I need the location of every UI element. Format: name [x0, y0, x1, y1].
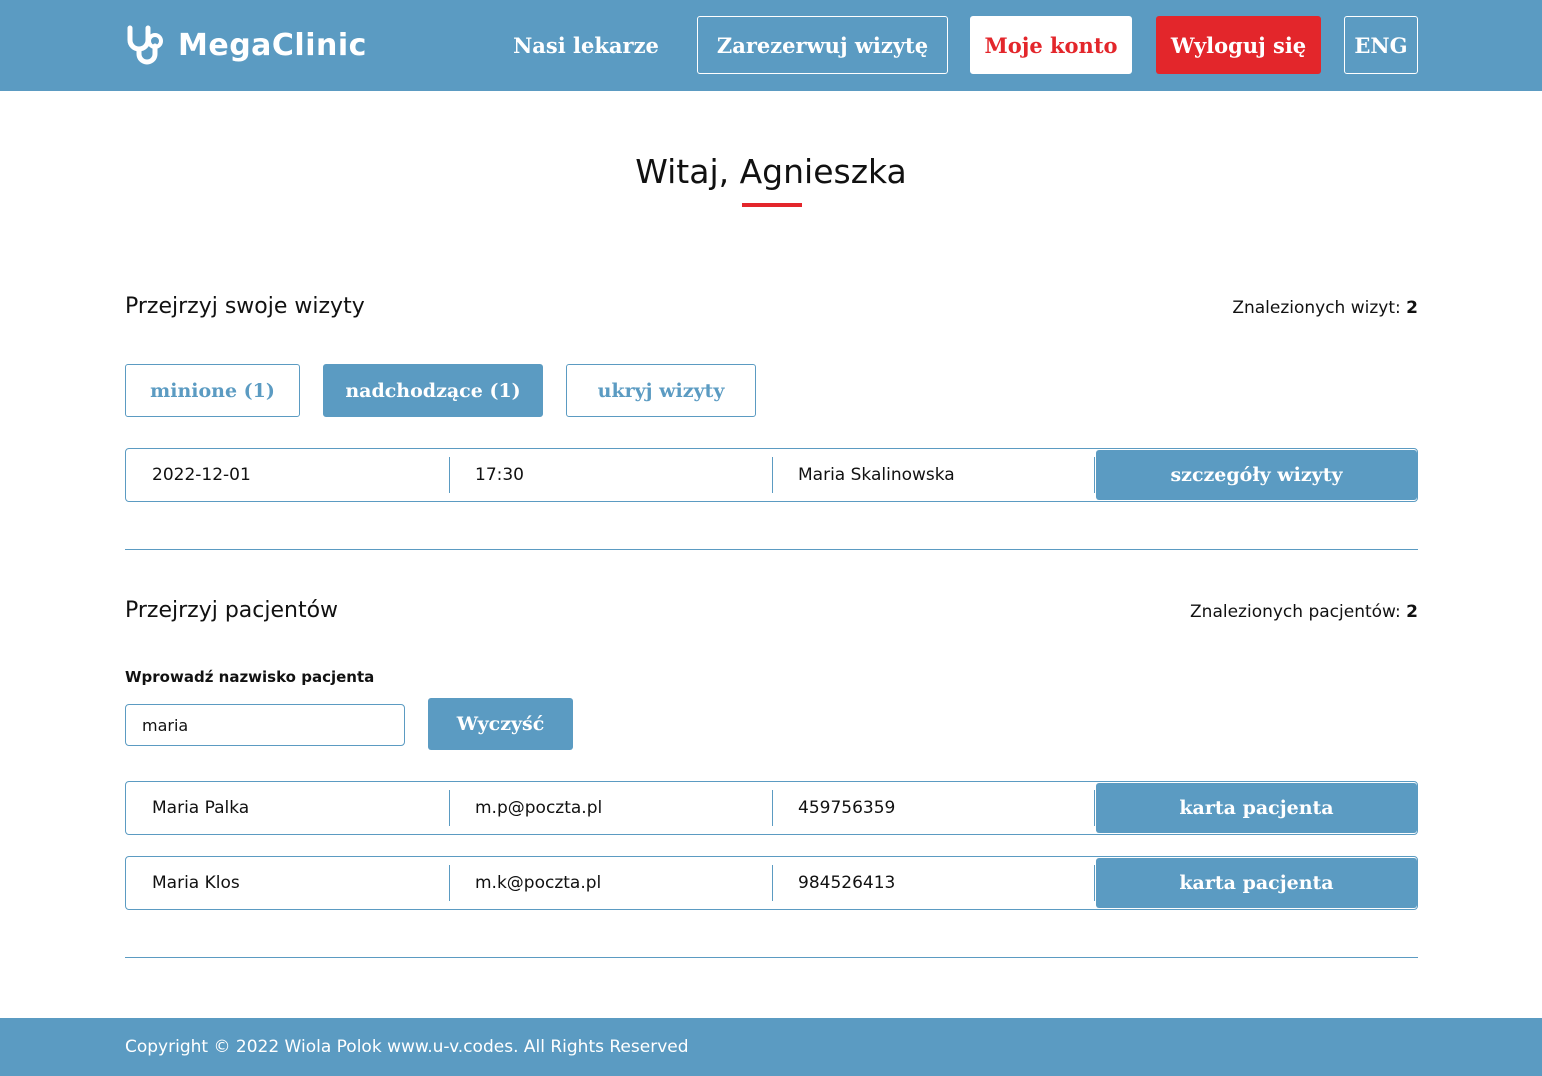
section-divider: [125, 549, 1418, 550]
patient-email: m.p@poczta.pl: [475, 798, 603, 818]
logout-button[interactable]: Wyloguj się: [1156, 16, 1321, 74]
divider: [449, 865, 450, 901]
patient-phone: 984526413: [798, 873, 896, 893]
search-label: Wprowadź nazwisko pacjenta: [125, 668, 375, 686]
my-account-button[interactable]: Moje konto: [970, 16, 1132, 74]
visit-details-button[interactable]: szczegóły wizyty: [1096, 450, 1417, 500]
divider: [772, 865, 773, 901]
patients-section-title: Przejrzyj pacjentów: [125, 598, 339, 623]
divider: [449, 457, 450, 493]
patient-row: Maria Klos m.k@poczta.pl 984526413 karta…: [125, 856, 1418, 910]
hide-visits-button[interactable]: ukryj wizyty: [566, 364, 756, 417]
patient-card-button[interactable]: karta pacjenta: [1096, 783, 1417, 833]
logo[interactable]: MegaClinic: [124, 24, 367, 66]
divider: [449, 790, 450, 826]
copyright-text: Copyright © 2022 Wiola Polok www.u-v.cod…: [125, 1037, 689, 1057]
visits-count: Znalezionych wizyt: 2: [1232, 298, 1418, 318]
footer: Copyright © 2022 Wiola Polok www.u-v.cod…: [0, 1018, 1542, 1076]
divider: [1094, 457, 1095, 493]
patients-count-label: Znalezionych pacjentów:: [1190, 602, 1401, 622]
divider: [1094, 865, 1095, 901]
patient-email: m.k@poczta.pl: [475, 873, 602, 893]
visit-date: 2022-12-01: [152, 465, 251, 485]
book-visit-button[interactable]: Zarezerwuj wizytę: [697, 16, 948, 74]
logo-text: MegaClinic: [178, 27, 367, 63]
visits-section-title: Przejrzyj swoje wizyty: [125, 294, 365, 319]
visit-row: 2022-12-01 17:30 Maria Skalinowska szcze…: [125, 448, 1418, 502]
patient-card-button[interactable]: karta pacjenta: [1096, 858, 1417, 908]
divider: [772, 790, 773, 826]
clear-search-button[interactable]: Wyczyść: [428, 698, 573, 750]
patient-phone: 459756359: [798, 798, 896, 818]
visits-count-value: 2: [1406, 298, 1418, 318]
patient-search-input[interactable]: [125, 704, 405, 746]
filter-past-button[interactable]: minione (1): [125, 364, 300, 417]
page-title: Witaj, Agnieszka: [635, 152, 907, 191]
section-divider: [125, 957, 1418, 958]
divider: [1094, 790, 1095, 826]
top-navbar: MegaClinic Nasi lekarze Zarezerwuj wizyt…: [0, 0, 1542, 91]
patients-count: Znalezionych pacjentów: 2: [1190, 602, 1418, 622]
language-button[interactable]: ENG: [1344, 16, 1418, 74]
visits-count-label: Znalezionych wizyt:: [1232, 298, 1401, 318]
divider: [772, 457, 773, 493]
visit-time: 17:30: [475, 465, 524, 485]
title-underline: [742, 203, 802, 207]
visit-doctor: Maria Skalinowska: [798, 465, 955, 485]
patients-count-value: 2: [1406, 602, 1418, 622]
nav-doctors-link[interactable]: Nasi lekarze: [505, 16, 667, 74]
stethoscope-icon: [124, 24, 170, 66]
patient-name: Maria Klos: [152, 873, 240, 893]
patient-name: Maria Palka: [152, 798, 250, 818]
patient-row: Maria Palka m.p@poczta.pl 459756359 kart…: [125, 781, 1418, 835]
filter-upcoming-button[interactable]: nadchodzące (1): [323, 364, 543, 417]
